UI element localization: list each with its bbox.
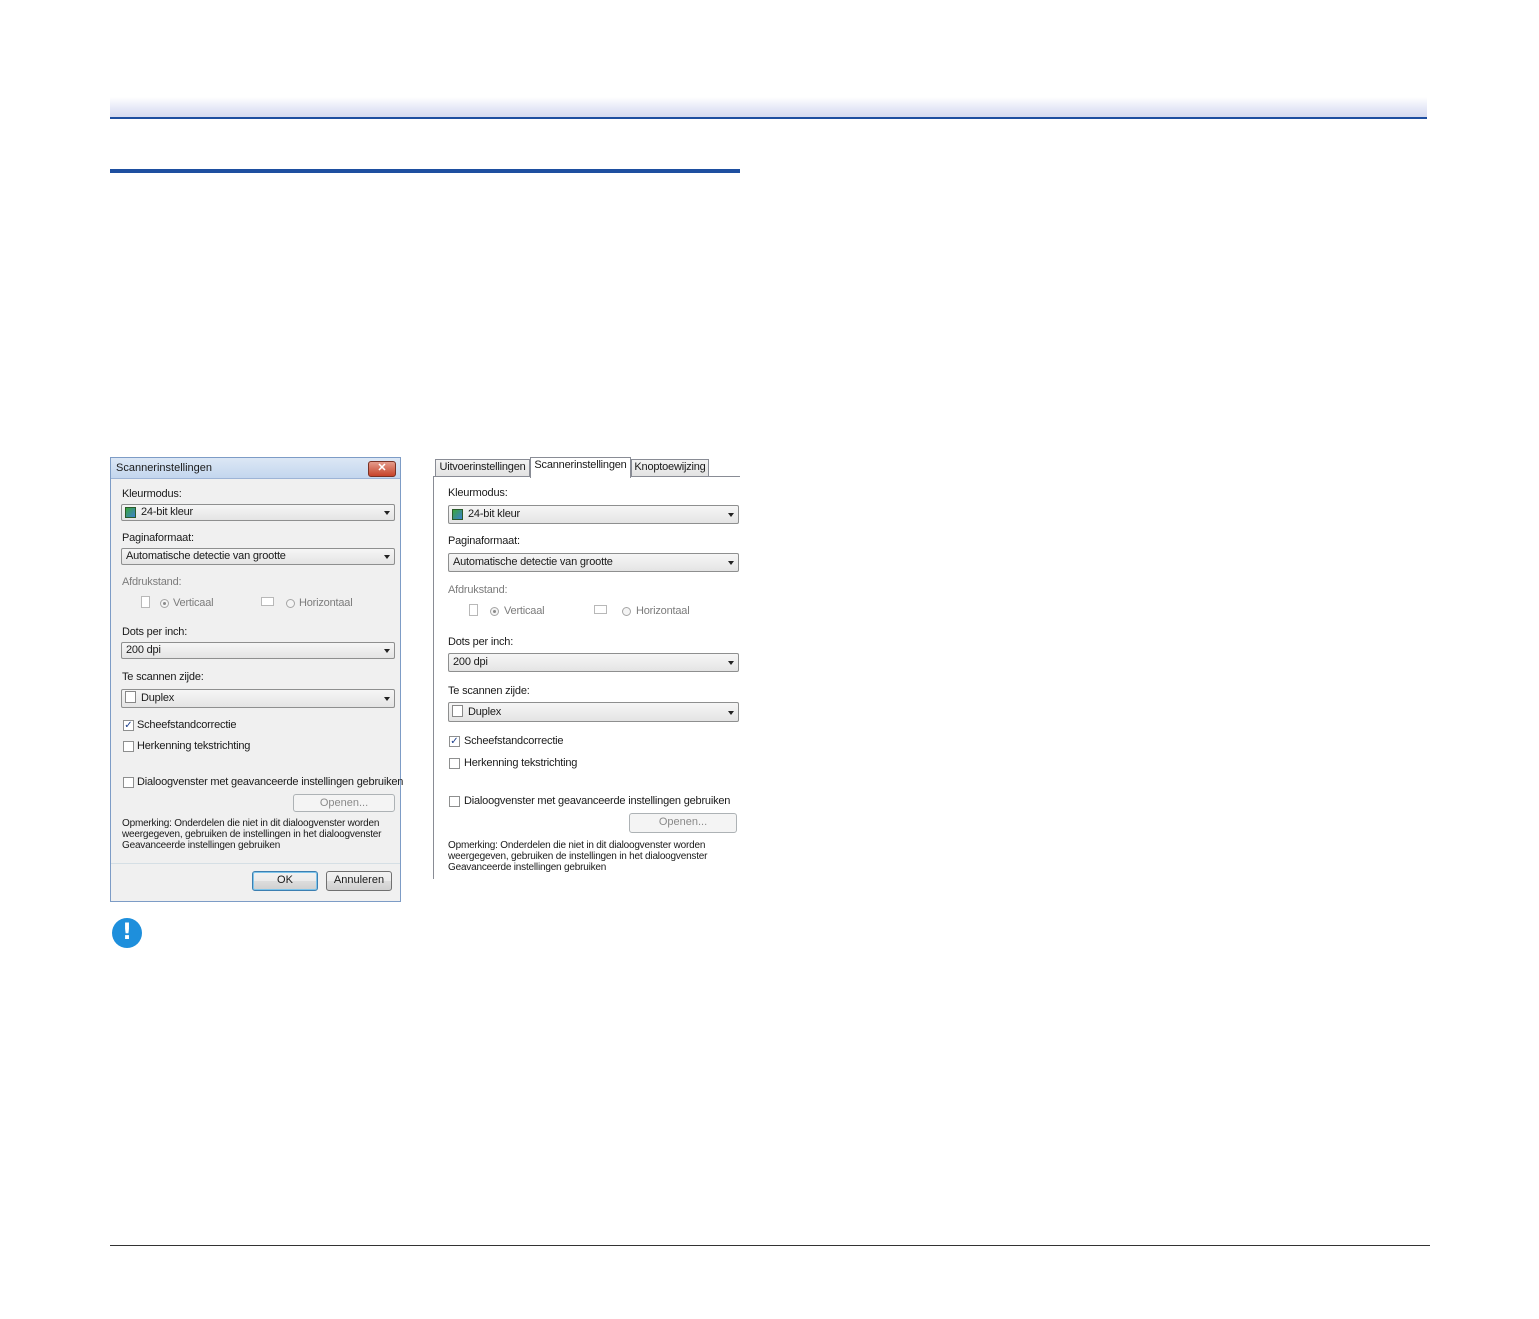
tab-page-body: Kleurmodus: 24-bit kleur Paginaformaat: …: [433, 476, 740, 879]
color-mode-value: 24-bit kleur: [141, 506, 194, 518]
orientation-label: Afdrukstand:: [448, 584, 508, 596]
advanced-label: Dialoogvenster met geavanceerde instelli…: [137, 776, 404, 788]
landscape-radio[interactable]: [622, 607, 631, 616]
color-mode-select[interactable]: 24-bit kleur: [448, 505, 739, 524]
tab-strip: Uitvoerinstellingen Scannerinstellingen …: [433, 457, 740, 478]
dpi-label: Dots per inch:: [122, 626, 188, 638]
tab-button-assignment[interactable]: Knoptoewijzing: [631, 459, 709, 476]
portrait-radio[interactable]: [490, 607, 499, 616]
dialog-title: Scannerinstellingen: [116, 462, 213, 474]
dpi-value: 200 dpi: [126, 644, 161, 656]
close-icon[interactable]: ✕: [368, 461, 396, 477]
deskew-checkbox[interactable]: ✓: [123, 720, 134, 731]
color-mode-icon: [452, 509, 463, 520]
important-alert-icon: !: [112, 918, 142, 948]
header-rule: [110, 117, 1427, 119]
dpi-value: 200 dpi: [453, 656, 488, 668]
side-value: Duplex: [468, 706, 502, 718]
chevron-down-icon: [728, 661, 734, 665]
dpi-select[interactable]: 200 dpi: [448, 653, 739, 672]
open-button[interactable]: Openen...: [293, 794, 395, 812]
deskew-label: Scheefstandcorrectie: [137, 719, 237, 731]
landscape-page-icon: [594, 605, 607, 614]
side-value: Duplex: [141, 692, 175, 704]
landscape-label: Horizontaal: [636, 605, 690, 617]
portrait-page-icon: [469, 604, 478, 616]
advanced-label: Dialoogvenster met geavanceerde instelli…: [464, 795, 731, 807]
deskew-label: Scheefstandcorrectie: [464, 735, 564, 747]
color-mode-label: Kleurmodus:: [122, 488, 182, 500]
text-orientation-checkbox[interactable]: [449, 758, 460, 769]
page-size-label: Paginaformaat:: [448, 535, 520, 547]
landscape-page-icon: [261, 597, 274, 606]
text-orientation-label: Herkenning tekstrichting: [464, 757, 578, 769]
button-separator: [111, 863, 400, 864]
chevron-down-icon: [384, 649, 390, 653]
chevron-down-icon: [384, 697, 390, 701]
chevron-down-icon: [384, 511, 390, 515]
note-text: Opmerking: Onderdelen die niet in dit di…: [448, 840, 708, 873]
footer-rule: [110, 1245, 1430, 1246]
color-mode-select[interactable]: 24-bit kleur: [121, 504, 395, 521]
portrait-page-icon: [141, 596, 150, 608]
chevron-down-icon: [728, 561, 734, 565]
orientation-label: Afdrukstand:: [122, 576, 182, 588]
landscape-radio[interactable]: [286, 599, 295, 608]
tabbed-settings-panel: Uitvoerinstellingen Scannerinstellingen …: [433, 457, 740, 879]
side-select[interactable]: Duplex: [121, 689, 395, 708]
section-rule: [110, 169, 740, 173]
open-button[interactable]: Openen...: [629, 813, 737, 833]
advanced-checkbox[interactable]: [449, 796, 460, 807]
text-orientation-label: Herkenning tekstrichting: [137, 740, 251, 752]
duplex-icon: [125, 691, 136, 703]
chevron-down-icon: [384, 555, 390, 559]
portrait-radio[interactable]: [160, 599, 169, 608]
page-size-select[interactable]: Automatische detectie van grootte: [448, 553, 739, 572]
page-size-value: Automatische detectie van grootte: [126, 550, 286, 562]
header-band: [110, 97, 1427, 117]
page-size-value: Automatische detectie van grootte: [453, 556, 613, 568]
deskew-checkbox[interactable]: ✓: [449, 736, 460, 747]
dialog-titlebar: Scannerinstellingen ✕: [111, 458, 400, 479]
side-select[interactable]: Duplex: [448, 702, 739, 722]
advanced-checkbox[interactable]: [123, 777, 134, 788]
ok-button[interactable]: OK: [252, 871, 318, 891]
chevron-down-icon: [728, 711, 734, 715]
tab-output-settings[interactable]: Uitvoerinstellingen: [435, 459, 530, 476]
chevron-down-icon: [728, 513, 734, 517]
cancel-button[interactable]: Annuleren: [326, 871, 392, 891]
portrait-label: Verticaal: [173, 597, 214, 609]
color-mode-value: 24-bit kleur: [468, 508, 521, 520]
side-label: Te scannen zijde:: [122, 671, 204, 683]
text-orientation-checkbox[interactable]: [123, 741, 134, 752]
tab-scanner-settings[interactable]: Scannerinstellingen: [530, 457, 631, 478]
color-mode-icon: [125, 507, 136, 518]
scanner-settings-dialog: Scannerinstellingen ✕ Kleurmodus: 24-bit…: [110, 457, 404, 902]
duplex-icon: [452, 705, 463, 717]
portrait-label: Verticaal: [504, 605, 545, 617]
dpi-select[interactable]: 200 dpi: [121, 642, 395, 659]
note-text: Opmerking: Onderdelen die niet in dit di…: [122, 818, 382, 851]
landscape-label: Horizontaal: [299, 597, 353, 609]
dialog-body: Kleurmodus: 24-bit kleur Paginaformaat: …: [111, 479, 404, 901]
side-label: Te scannen zijde:: [448, 685, 530, 697]
dpi-label: Dots per inch:: [448, 636, 514, 648]
page-size-label: Paginaformaat:: [122, 532, 194, 544]
page-size-select[interactable]: Automatische detectie van grootte: [121, 548, 395, 565]
color-mode-label: Kleurmodus:: [448, 487, 508, 499]
